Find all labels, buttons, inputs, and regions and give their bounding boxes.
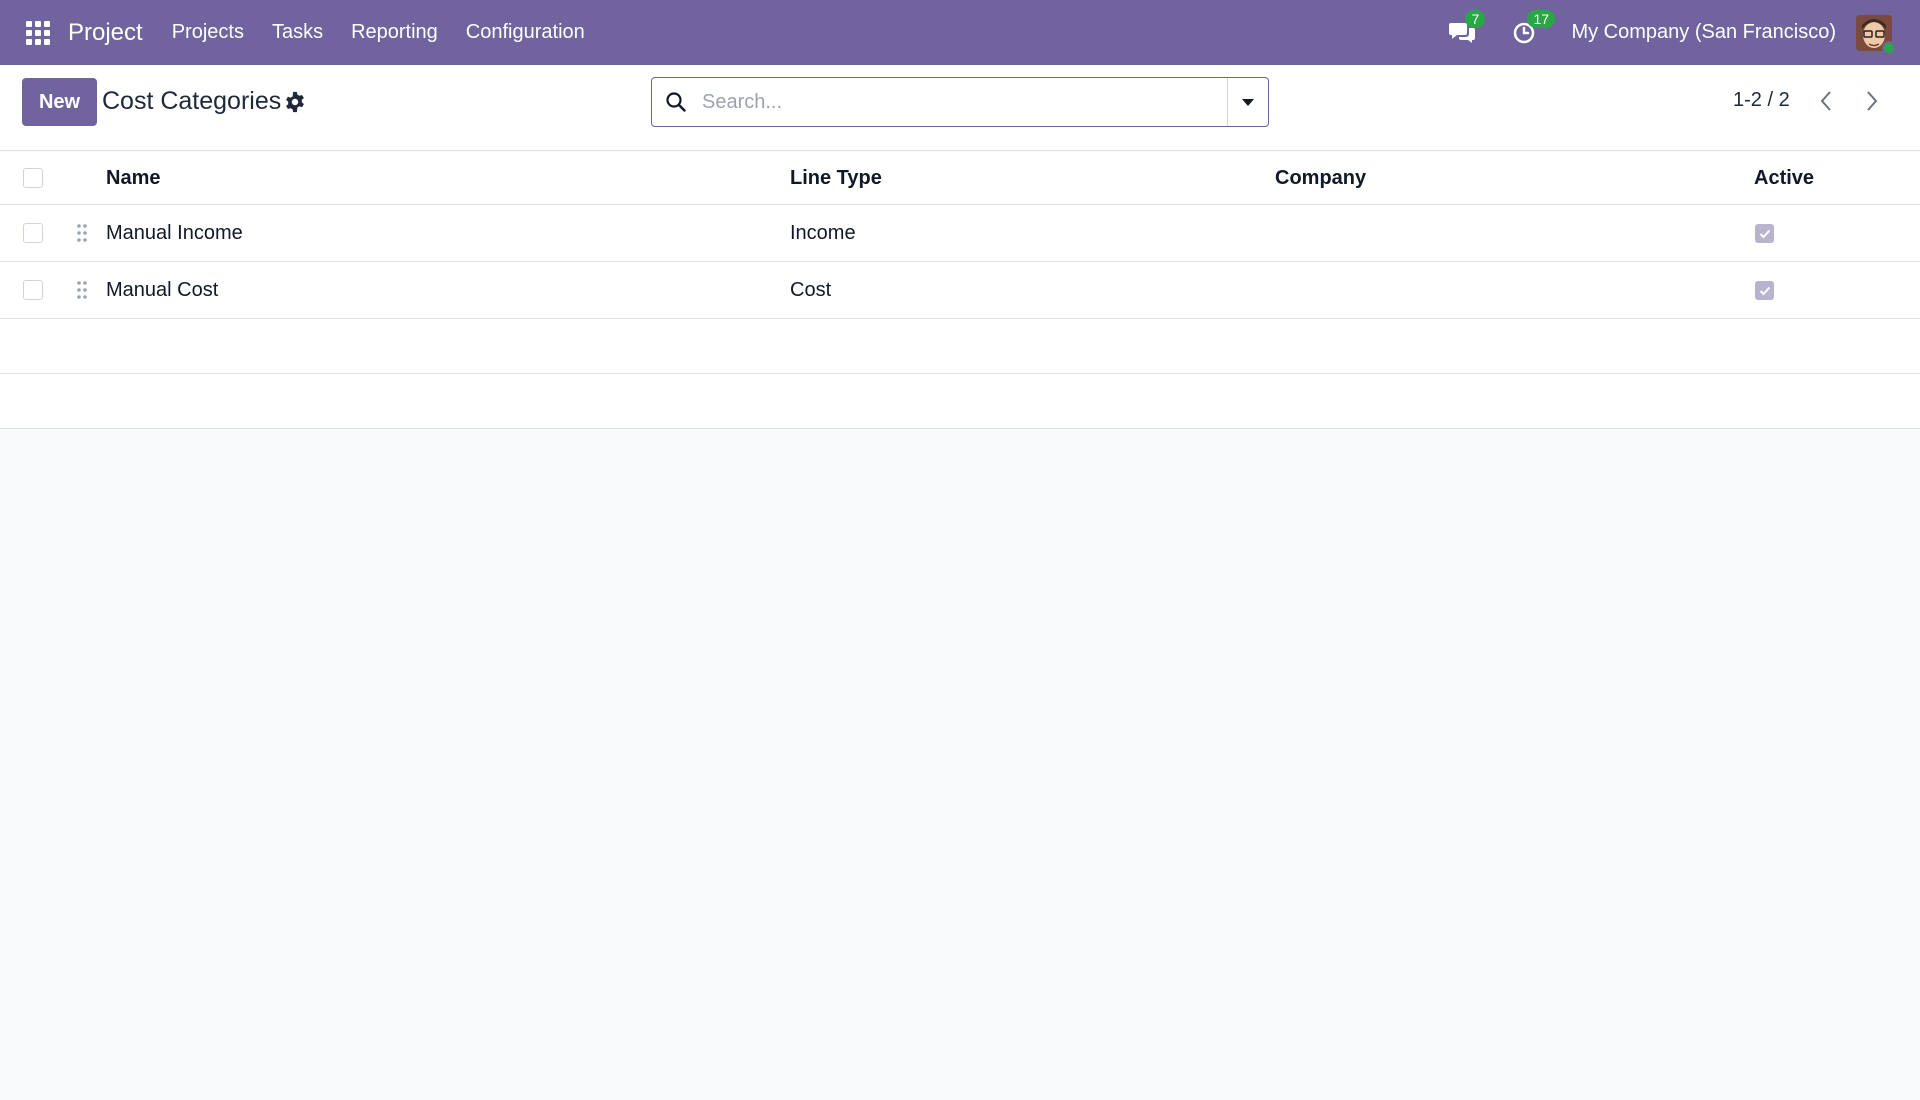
active-checkbox bbox=[1755, 224, 1774, 243]
drag-handle-icon[interactable] bbox=[76, 223, 88, 243]
list-view: Name Line Type Company Active Manual Inc… bbox=[0, 152, 1920, 429]
messages-button[interactable]: 7 bbox=[1447, 9, 1486, 48]
activities-button[interactable]: 17 bbox=[1509, 9, 1556, 48]
table-row[interactable]: Manual Cost Cost bbox=[0, 262, 1920, 319]
cell-name[interactable]: Manual Cost bbox=[106, 279, 218, 302]
drag-handle-icon[interactable] bbox=[76, 280, 88, 300]
search-bar bbox=[651, 77, 1269, 127]
user-avatar[interactable] bbox=[1856, 14, 1896, 55]
chevron-right-icon bbox=[1867, 91, 1878, 111]
company-switcher[interactable]: My Company (San Francisco) bbox=[1571, 21, 1836, 44]
search-icon[interactable] bbox=[652, 78, 700, 126]
pager-value[interactable]: 1-2 / 2 bbox=[1733, 89, 1790, 112]
search-options-toggle[interactable] bbox=[1227, 78, 1268, 126]
menu-tasks[interactable]: Tasks bbox=[272, 21, 323, 44]
cell-line-type[interactable]: Income bbox=[790, 222, 856, 245]
check-icon bbox=[1759, 286, 1770, 295]
empty-row bbox=[0, 319, 1920, 374]
menu-projects[interactable]: Projects bbox=[172, 21, 244, 44]
app-name[interactable]: Project bbox=[68, 19, 143, 47]
row-checkbox[interactable] bbox=[23, 280, 43, 300]
apps-grid-icon[interactable] bbox=[24, 19, 52, 47]
row-checkbox[interactable] bbox=[23, 223, 43, 243]
column-header-name[interactable]: Name bbox=[106, 167, 160, 190]
pager-previous-button[interactable] bbox=[1811, 85, 1841, 117]
column-header-line-type[interactable]: Line Type bbox=[790, 167, 882, 190]
messages-badge: 7 bbox=[1465, 9, 1486, 28]
empty-row bbox=[0, 374, 1920, 429]
page-title: Cost Categories bbox=[102, 87, 282, 115]
chevron-left-icon bbox=[1820, 91, 1831, 111]
table-row[interactable]: Manual Income Income bbox=[0, 205, 1920, 262]
cell-name[interactable]: Manual Income bbox=[106, 222, 243, 245]
gear-icon[interactable] bbox=[284, 91, 306, 113]
cell-line-type[interactable]: Cost bbox=[790, 279, 831, 302]
table-header: Name Line Type Company Active bbox=[0, 152, 1920, 205]
menu-configuration[interactable]: Configuration bbox=[466, 21, 585, 44]
activities-badge: 17 bbox=[1527, 9, 1556, 28]
online-status-dot bbox=[1882, 40, 1896, 55]
menu-reporting[interactable]: Reporting bbox=[351, 21, 438, 44]
select-all-checkbox[interactable] bbox=[23, 168, 43, 188]
active-checkbox bbox=[1755, 281, 1774, 300]
caret-down-icon bbox=[1242, 99, 1254, 106]
column-header-active[interactable]: Active bbox=[1754, 167, 1814, 190]
check-icon bbox=[1759, 229, 1770, 238]
top-navbar: Project Projects Tasks Reporting Configu… bbox=[0, 0, 1920, 65]
pager-next-button[interactable] bbox=[1857, 85, 1887, 117]
search-input[interactable] bbox=[700, 79, 1227, 125]
column-header-company[interactable]: Company bbox=[1275, 167, 1366, 190]
new-button[interactable]: New bbox=[22, 78, 97, 126]
control-panel: New Cost Categories 1-2 / 2 bbox=[0, 65, 1920, 151]
systray: 7 17 My Company (San Francisco) bbox=[1447, 0, 1920, 65]
